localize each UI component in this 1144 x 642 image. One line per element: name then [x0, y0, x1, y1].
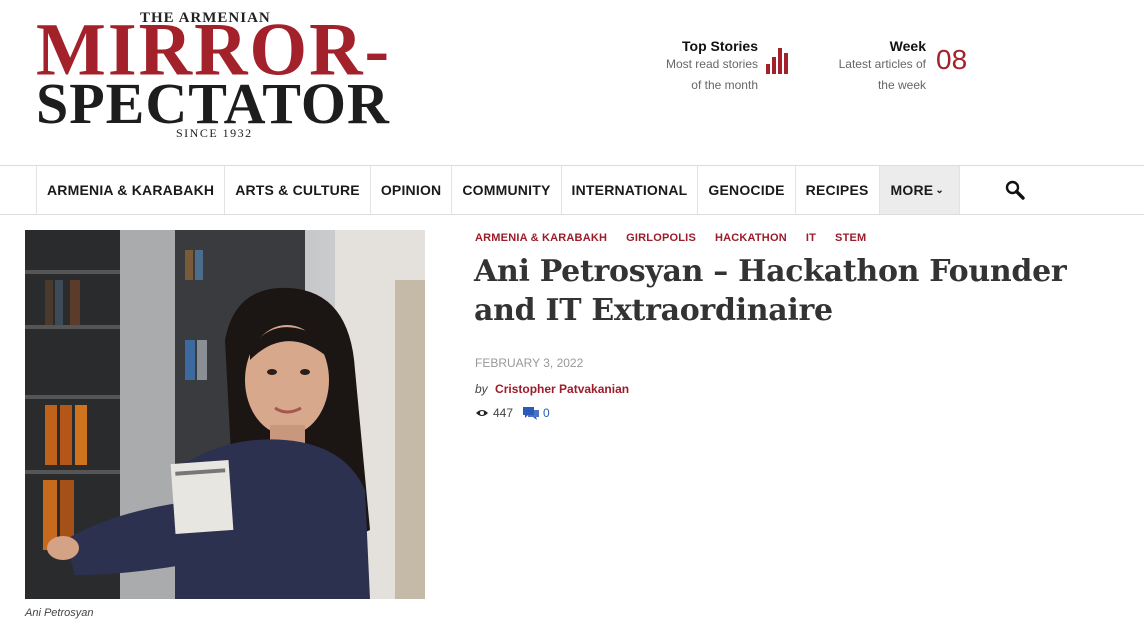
portrait-photo [25, 230, 425, 599]
main-navigation: ARMENIA & KARABAKH ARTS & CULTURE OPINIO… [0, 165, 1144, 215]
top-stories-title[interactable]: Top Stories [640, 38, 758, 54]
author-link[interactable]: Cristopher Patvakanian [495, 382, 629, 396]
chevron-down-icon: ⌄ [935, 185, 944, 197]
week-number[interactable]: 08 [936, 44, 967, 76]
site-header: MIRROR- THE ARMENIAN SPECTATOR SINCE 193… [0, 0, 1144, 165]
nav-item-recipes[interactable]: RECIPES [796, 166, 880, 214]
comments-icon[interactable] [523, 406, 540, 420]
nav-item-more[interactable]: MORE ⌄ [879, 166, 960, 214]
nav-item-opinion[interactable]: OPINION [371, 166, 453, 214]
top-stories-widget[interactable]: Top Stories Most read stories of the mon… [640, 38, 758, 96]
category-stem[interactable]: STEM [835, 232, 866, 244]
article-date: FEBRUARY 3, 2022 [475, 356, 584, 370]
bar-chart-icon[interactable] [766, 46, 794, 74]
nav-item-genocide[interactable]: GENOCIDE [698, 166, 796, 214]
article-title: Ani Petrosyan – Hackathon Founder and IT… [474, 254, 1067, 328]
nav-item-arts-culture[interactable]: ARTS & CULTURE [225, 166, 371, 214]
image-caption: Ani Petrosyan [25, 607, 94, 619]
comment-count[interactable]: 0 [543, 406, 550, 420]
week-title[interactable]: Week [820, 38, 926, 54]
logo-since-text: SINCE 1932 [176, 126, 253, 140]
category-girlopolis[interactable]: GIRLOPOLIS [626, 232, 696, 244]
week-widget[interactable]: Week Latest articles of the week [820, 38, 926, 96]
view-count: 447 [493, 406, 514, 420]
nav-list: ARMENIA & KARABAKH ARTS & CULTURE OPINIO… [36, 166, 960, 214]
byline-by-label: by [475, 382, 488, 396]
category-hackathon[interactable]: HACKATHON [715, 232, 787, 244]
top-stories-subtitle-2: of the month [691, 78, 758, 92]
week-subtitle-2: the week [877, 78, 926, 92]
article-byline: by Cristopher Patvakanian [475, 382, 629, 396]
week-subtitle-1: Latest articles of [838, 57, 926, 71]
search-icon[interactable] [1004, 179, 1026, 201]
nav-item-international[interactable]: INTERNATIONAL [562, 166, 699, 214]
article-stats: 447 0 [475, 406, 550, 420]
category-it[interactable]: IT [806, 232, 816, 244]
top-stories-subtitle-1: Most read stories [665, 57, 758, 71]
eye-icon [476, 410, 488, 416]
nav-item-community[interactable]: COMMUNITY [452, 166, 562, 214]
category-armenia-karabakh[interactable]: ARMENIA & KARABAKH [475, 232, 607, 244]
article-categories: ARMENIA & KARABAKH GIRLOPOLIS HACKATHON … [475, 232, 866, 244]
nav-item-armenia-karabakh[interactable]: ARMENIA & KARABAKH [37, 166, 226, 214]
site-logo[interactable]: MIRROR- THE ARMENIAN SPECTATOR SINCE 193… [36, 8, 426, 148]
logo-the-armenian-text: THE ARMENIAN [140, 10, 271, 26]
logo-spectator-text: SPECTATOR [36, 71, 390, 136]
article-featured-image[interactable] [25, 230, 425, 599]
nav-more-label: MORE [890, 182, 934, 198]
